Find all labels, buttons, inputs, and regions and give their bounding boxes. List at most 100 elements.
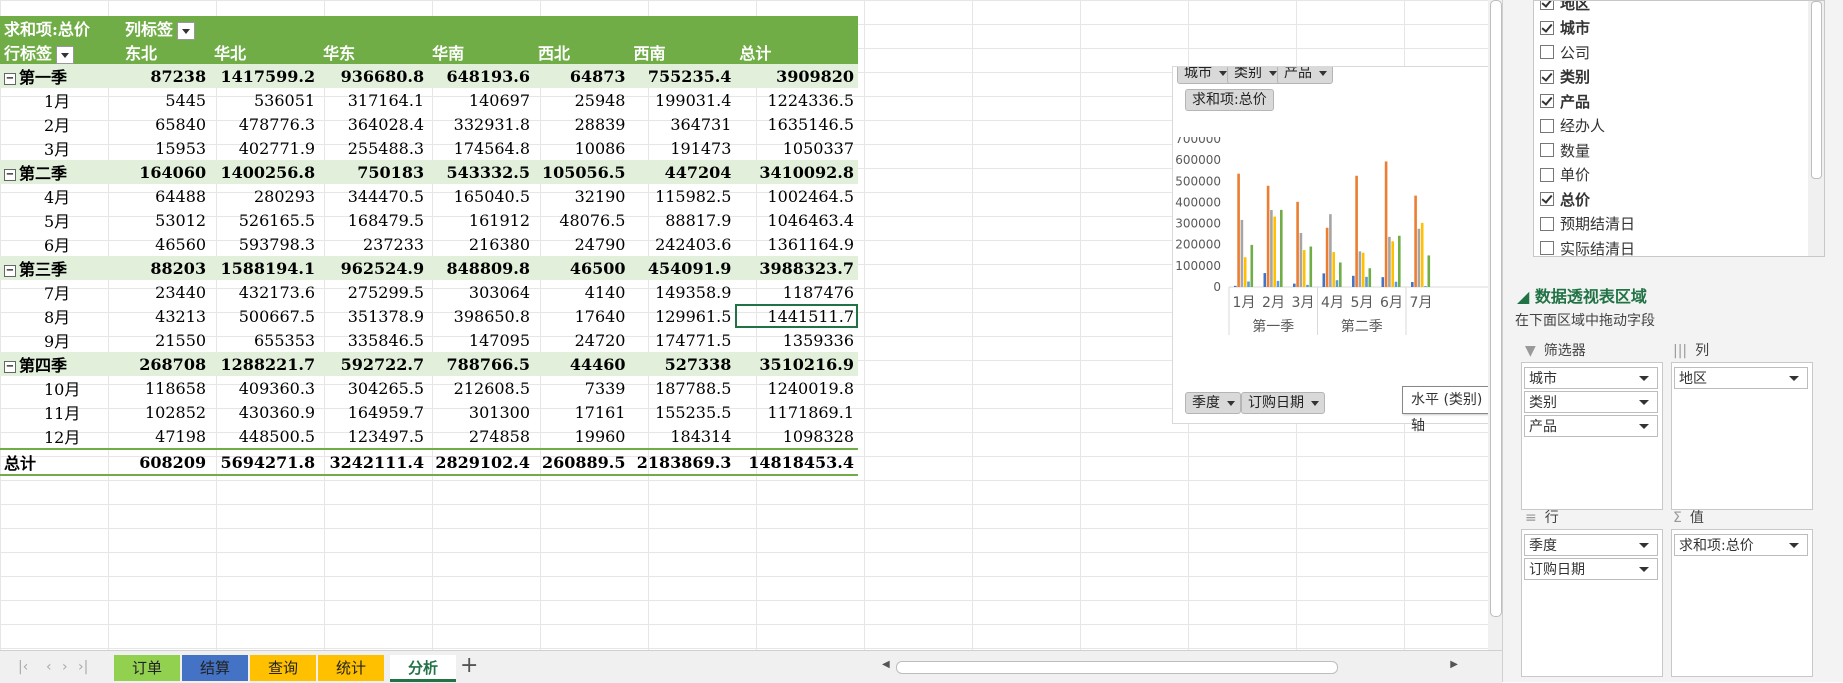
sheet-tab[interactable]: 查询	[250, 655, 316, 681]
value-cell[interactable]: 1361164.9	[735, 232, 858, 256]
value-cell[interactable]: 332931.8	[428, 112, 534, 136]
field-checkbox[interactable]	[1540, 1, 1554, 11]
value-cell[interactable]: 2829102.4	[428, 448, 534, 476]
sheet-tab[interactable]: 统计	[318, 655, 384, 681]
value-cell[interactable]: 750183	[319, 160, 429, 184]
columns-zone[interactable]: 地区	[1671, 362, 1813, 510]
chevron-down-icon[interactable]	[1639, 400, 1649, 405]
collapse-icon[interactable]: −	[4, 360, 16, 373]
area-field-chip[interactable]: 季度	[1524, 534, 1658, 556]
value-cell[interactable]: 351378.9	[319, 304, 428, 328]
value-cell[interactable]: 5694271.8	[210, 448, 320, 476]
chevron-down-icon[interactable]	[1789, 376, 1799, 381]
value-cell[interactable]: 317164.1	[319, 88, 428, 112]
field-item[interactable]: 经办人	[1534, 114, 1824, 139]
value-cell[interactable]: 1441511.7	[735, 304, 858, 328]
value-cell[interactable]: 25948	[534, 88, 629, 112]
field-checkbox[interactable]	[1540, 167, 1554, 182]
field-checkbox[interactable]	[1540, 20, 1554, 35]
field-item[interactable]: 数量	[1534, 138, 1824, 163]
value-cell[interactable]: 1588194.1	[210, 256, 320, 280]
rows-zone[interactable]: 季度 订购日期	[1521, 529, 1663, 677]
value-cell[interactable]: 335846.5	[319, 328, 428, 352]
value-cell[interactable]: 1400256.8	[210, 160, 320, 184]
value-cell[interactable]: 432173.6	[210, 280, 319, 304]
value-cell[interactable]: 216380	[428, 232, 534, 256]
area-field-chip[interactable]: 产品	[1524, 415, 1658, 437]
value-cell[interactable]: 187788.5	[629, 376, 735, 400]
value-cell[interactable]: 24790	[534, 232, 629, 256]
field-item[interactable]: 城市	[1534, 16, 1824, 41]
chevron-down-icon[interactable]	[1789, 543, 1799, 548]
value-cell[interactable]: 344470.5	[319, 184, 428, 208]
value-cell[interactable]: 24720	[534, 328, 629, 352]
value-cell[interactable]: 87238	[121, 64, 211, 88]
sheet-horizontal-scrollbar[interactable]: ◀ ▶	[880, 659, 1460, 675]
value-cell[interactable]: 115982.5	[629, 184, 735, 208]
value-cell[interactable]: 3988323.7	[735, 256, 858, 280]
value-cell[interactable]: 237233	[319, 232, 428, 256]
value-cell[interactable]: 268708	[121, 352, 211, 376]
value-cell[interactable]: 402771.9	[210, 136, 319, 160]
value-cell[interactable]: 155235.5	[629, 400, 735, 424]
field-item[interactable]: 地区	[1534, 1, 1824, 16]
area-field-chip[interactable]: 城市	[1524, 367, 1658, 389]
value-cell[interactable]: 44460	[534, 352, 630, 376]
value-cell[interactable]: 848809.8	[428, 256, 534, 280]
row-label[interactable]: − 第一季	[0, 64, 122, 88]
field-item[interactable]: 预期结清日	[1534, 212, 1824, 237]
chart-axis-orderdate-button[interactable]: 订购日期	[1241, 392, 1325, 414]
value-cell[interactable]: 364028.4	[319, 112, 428, 136]
area-field-chip[interactable]: 类别	[1524, 391, 1658, 413]
value-cell[interactable]: 1002464.5	[735, 184, 858, 208]
value-cell[interactable]: 648193.6	[428, 64, 534, 88]
value-cell[interactable]: 129961.5	[629, 304, 735, 328]
value-cell[interactable]: 398650.8	[428, 304, 534, 328]
value-cell[interactable]: 655353	[210, 328, 319, 352]
value-cell[interactable]: 543332.5	[428, 160, 534, 184]
value-cell[interactable]: 608209	[121, 448, 211, 476]
value-cell[interactable]: 301300	[428, 400, 534, 424]
value-cell[interactable]: 430360.9	[210, 400, 319, 424]
field-item[interactable]: 实际结清日	[1534, 236, 1824, 256]
value-cell[interactable]: 1240019.8	[735, 376, 858, 400]
value-cell[interactable]: 3909820	[735, 64, 858, 88]
row-label[interactable]: − 第二季	[0, 160, 122, 184]
value-cell[interactable]: 448500.5	[210, 424, 319, 449]
value-cell[interactable]: 1224336.5	[735, 88, 858, 112]
value-cell[interactable]: 46500	[534, 256, 630, 280]
chart-filter-city-button[interactable]: 城市	[1177, 67, 1233, 84]
value-cell[interactable]: 23440	[121, 280, 210, 304]
value-cell[interactable]: 147095	[428, 328, 534, 352]
value-cell[interactable]: 1417599.2	[210, 64, 320, 88]
value-cell[interactable]: 962524.9	[319, 256, 429, 280]
area-field-chip[interactable]: 订购日期	[1524, 558, 1658, 580]
value-cell[interactable]: 118658	[121, 376, 210, 400]
value-cell[interactable]: 755235.4	[629, 64, 736, 88]
value-cell[interactable]: 1288221.7	[210, 352, 320, 376]
value-cell[interactable]: 48076.5	[534, 208, 629, 232]
field-checkbox[interactable]	[1540, 216, 1554, 231]
value-cell[interactable]: 409360.3	[210, 376, 319, 400]
value-cell[interactable]: 5445	[121, 88, 210, 112]
value-cell[interactable]: 527338	[629, 352, 736, 376]
value-cell[interactable]: 65840	[121, 112, 210, 136]
value-cell[interactable]: 7339	[534, 376, 629, 400]
field-list-scrollbar[interactable]	[1808, 1, 1824, 256]
value-cell[interactable]: 28839	[534, 112, 629, 136]
value-cell[interactable]: 3510216.9	[735, 352, 858, 376]
value-cell[interactable]: 140697	[428, 88, 534, 112]
value-cell[interactable]: 526165.5	[210, 208, 319, 232]
value-cell[interactable]: 105056.5	[534, 160, 630, 184]
collapse-icon[interactable]: −	[4, 168, 16, 181]
value-cell[interactable]: 102852	[121, 400, 210, 424]
value-cell[interactable]: 447204	[629, 160, 736, 184]
value-cell[interactable]: 21550	[121, 328, 210, 352]
chevron-down-icon[interactable]	[1639, 543, 1649, 548]
worksheet-grid[interactable]: 求和项:总价 列标签 行标签 东北 华北 华东 华南 西北 西南 总计 − 第一季 87238 1…	[0, 0, 1492, 650]
sheet-tab[interactable]: 结算	[182, 655, 248, 681]
value-cell[interactable]: 149358.9	[629, 280, 735, 304]
field-item[interactable]: 单价	[1534, 163, 1824, 188]
value-cell[interactable]: 168479.5	[319, 208, 428, 232]
chart-value-field-button[interactable]: 求和项:总价	[1185, 89, 1274, 111]
